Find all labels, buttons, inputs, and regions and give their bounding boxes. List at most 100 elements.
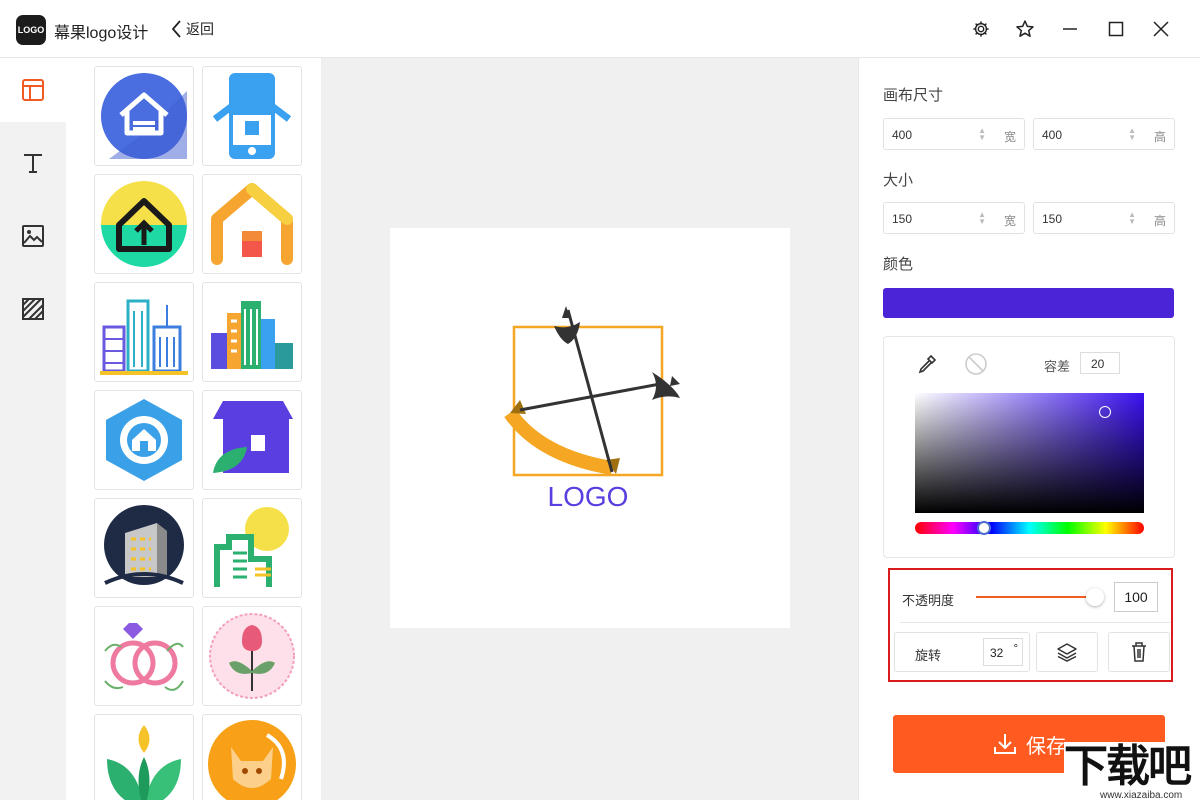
rose-icon: [209, 613, 295, 699]
divider: [900, 622, 1170, 623]
trash-icon: [1132, 642, 1146, 662]
sidebar-item-text[interactable]: [0, 131, 66, 195]
minimize-icon[interactable]: [1055, 14, 1085, 44]
size-height-unit: 高: [1153, 214, 1166, 228]
back-label: 返回: [186, 21, 214, 37]
canvas-width-unit: 宽: [1003, 130, 1016, 144]
opacity-label: 不透明度: [902, 593, 955, 608]
size-width-field[interactable]: 150 ▲ ▼ 宽: [883, 202, 1025, 234]
template-house-blue-circle[interactable]: [94, 66, 194, 166]
bow-axe-logo[interactable]: LOGO: [390, 228, 790, 628]
hue-slider[interactable]: [915, 521, 1144, 535]
spinner-icon[interactable]: ▲ ▼: [1128, 127, 1136, 142]
rotate-unit: °: [1013, 643, 1018, 655]
size-width-unit: 宽: [1003, 214, 1016, 228]
canvas-height-field[interactable]: 400 ▲ ▼ 高: [1033, 118, 1175, 150]
city-color-icon: [211, 301, 293, 369]
canvas-width-value: 400: [892, 128, 913, 142]
building-sun-icon: [214, 507, 289, 587]
hue-slider-knob[interactable]: [976, 521, 991, 535]
house-arrow-icon: [101, 181, 187, 267]
gear-icon[interactable]: [966, 14, 996, 44]
canvas-area: LOGO: [322, 58, 858, 800]
text-icon: [24, 154, 42, 173]
hatch-icon: [22, 298, 44, 320]
spinner-icon[interactable]: ▲ ▼: [1128, 211, 1136, 226]
sidebar: [0, 58, 66, 800]
building-night-icon: [104, 505, 184, 585]
template-fox-orange[interactable]: [202, 714, 302, 800]
image-icon: [22, 225, 44, 247]
axe-head-right: [652, 372, 680, 400]
chevron-left-icon: [171, 20, 181, 38]
watermark-text: 下载吧: [1064, 741, 1192, 792]
size-height-value: 150: [1042, 212, 1063, 226]
close-icon[interactable]: [1146, 14, 1176, 44]
canvas-width-field[interactable]: 400 ▲ ▼ 宽: [883, 118, 1025, 150]
tolerance-input[interactable]: 20: [1080, 352, 1120, 374]
house-roof-icon: [211, 183, 293, 265]
design-canvas[interactable]: LOGO: [390, 228, 790, 628]
saturation-value-area[interactable]: [915, 393, 1144, 513]
spinner-icon[interactable]: ▲ ▼: [978, 211, 986, 226]
sidebar-item-image[interactable]: [0, 204, 66, 268]
size-label: 大小: [883, 172, 914, 189]
template-house-orange-roof[interactable]: [202, 174, 302, 274]
template-city-buildings-color[interactable]: [202, 282, 302, 382]
template-house-hexagon[interactable]: [94, 390, 194, 490]
house-phone-icon: [212, 73, 292, 159]
title-bar: LOGO 幕果logo设计 返回: [0, 0, 1200, 58]
canvas-height-value: 400: [1042, 128, 1063, 142]
maximize-icon[interactable]: [1101, 14, 1131, 44]
template-house-arrow-yellow[interactable]: [94, 174, 194, 274]
house-logo-icon: [101, 73, 187, 159]
no-color-icon[interactable]: [964, 352, 988, 376]
template-building-sun[interactable]: [202, 498, 302, 598]
template-building-night[interactable]: [94, 498, 194, 598]
template-house-phone[interactable]: [202, 66, 302, 166]
opacity-input[interactable]: 100: [1114, 582, 1158, 612]
star-icon[interactable]: [1010, 14, 1040, 44]
template-rose-badge[interactable]: [202, 606, 302, 706]
rotate-group: 旋转 32 °: [894, 632, 1030, 672]
canvas-height-unit: 高: [1153, 130, 1166, 144]
opacity-slider-knob[interactable]: [1086, 588, 1104, 606]
back-button[interactable]: 返回: [170, 16, 214, 42]
color-swatch[interactable]: [883, 288, 1174, 318]
rotate-input[interactable]: 32 °: [983, 638, 1023, 666]
properties-panel: 画布尺寸 400 ▲ ▼ 宽 400 ▲ ▼ 高 大小 150 ▲ ▼ 宽 150 ▲…: [858, 58, 1200, 800]
canvas-size-label: 画布尺寸: [883, 87, 944, 104]
sidebar-item-template[interactable]: [0, 58, 66, 122]
app-logo: LOGO: [16, 15, 46, 45]
template-city-buildings-blue[interactable]: [94, 282, 194, 382]
color-label: 颜色: [883, 256, 914, 273]
opacity-slider-track[interactable]: [976, 596, 1092, 598]
layout-icon: [22, 79, 44, 101]
rotate-value: 32: [990, 646, 1004, 660]
canvas-logo-text: LOGO: [548, 481, 629, 512]
color-picker: 容差 20: [883, 336, 1175, 558]
color-cursor[interactable]: [1099, 406, 1111, 418]
tolerance-label: 容差: [1044, 359, 1071, 374]
rings-icon: [104, 623, 184, 691]
template-shop-leaf[interactable]: [202, 390, 302, 490]
leaf-icon: [107, 725, 181, 800]
template-rings-diamond[interactable]: [94, 606, 194, 706]
size-width-value: 150: [892, 212, 913, 226]
watermark-url: www.xiazaiba.com: [1100, 790, 1183, 801]
eyedropper-icon[interactable]: [916, 353, 938, 375]
download-icon: [994, 734, 1016, 754]
rotate-label: 旋转: [915, 648, 942, 663]
app-title: 幕果logo设计: [54, 25, 149, 42]
fox-icon: [208, 720, 296, 800]
size-height-field[interactable]: 150 ▲ ▼ 高: [1033, 202, 1175, 234]
layers-button[interactable]: [1036, 632, 1098, 672]
spinner-icon[interactable]: ▲ ▼: [978, 127, 986, 142]
save-label: 保存: [1026, 735, 1066, 758]
template-leaf-green[interactable]: [94, 714, 194, 800]
layers-icon: [1057, 643, 1077, 662]
delete-button[interactable]: [1108, 632, 1170, 672]
city-icon: [100, 299, 188, 375]
watermark-logo: 下载吧 www.xiazaiba.com: [1064, 741, 1200, 801]
sidebar-item-background[interactable]: [0, 277, 66, 341]
